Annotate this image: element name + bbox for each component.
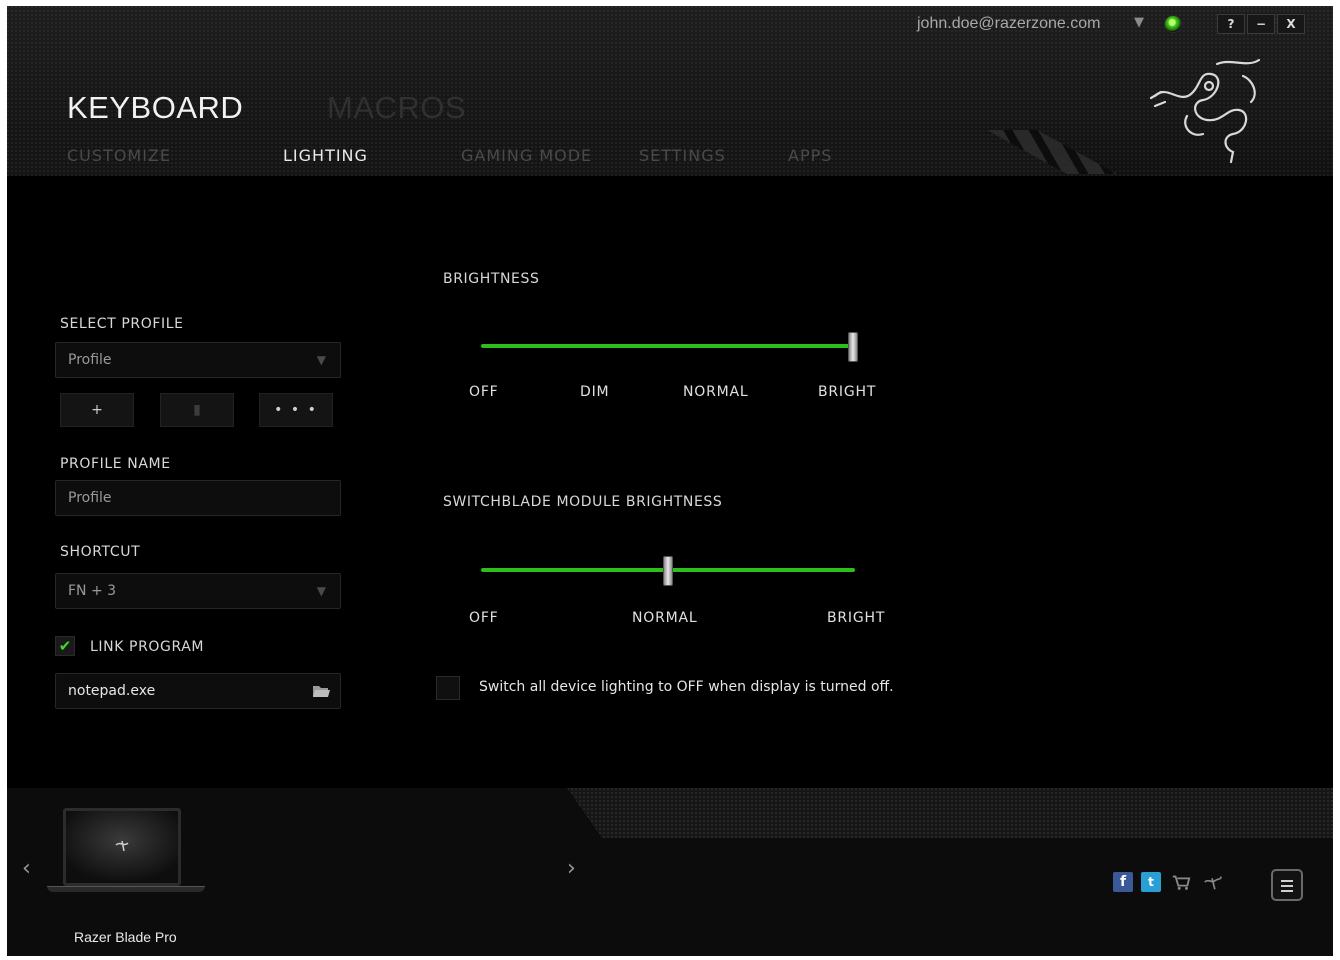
device-thumbnail-base bbox=[47, 886, 205, 892]
profile-select[interactable]: Profile ▼ bbox=[55, 342, 341, 378]
profile-name-value: Profile bbox=[68, 490, 112, 506]
shortcut-select[interactable]: FN + 3 ▼ bbox=[55, 573, 341, 609]
synapse-window: john.doe@razerzone.com ▼ ? − X KEYBOARD … bbox=[7, 6, 1333, 956]
switchblade-slider-thumb[interactable] bbox=[663, 556, 673, 586]
switchblade-tick-off: OFF bbox=[469, 610, 499, 626]
tab-macros[interactable]: MACROS bbox=[327, 90, 466, 126]
profile-name-label: PROFILE NAME bbox=[60, 456, 171, 472]
display-off-checkbox[interactable] bbox=[436, 676, 460, 700]
minimize-button[interactable]: − bbox=[1247, 14, 1275, 34]
razer-logo-icon bbox=[1149, 58, 1261, 164]
online-status-icon bbox=[1164, 15, 1182, 33]
shortcut-label: SHORTCUT bbox=[60, 544, 141, 560]
facebook-icon[interactable]: f bbox=[1113, 872, 1133, 892]
tab-keyboard[interactable]: KEYBOARD bbox=[67, 90, 243, 126]
checkmark-icon: ✔ bbox=[58, 637, 72, 655]
device-prev-arrow[interactable]: ‹ bbox=[22, 856, 31, 881]
device-next-arrow[interactable]: › bbox=[567, 856, 576, 881]
brightness-slider-thumb[interactable] bbox=[848, 332, 858, 362]
subtab-lighting[interactable]: LIGHTING bbox=[283, 146, 368, 165]
select-profile-label: SELECT PROFILE bbox=[60, 316, 184, 332]
switchblade-brightness-title: SWITCHBLADE MODULE BRIGHTNESS bbox=[443, 494, 723, 510]
brightness-tick-bright: BRIGHT bbox=[818, 384, 877, 400]
brightness-slider-track[interactable] bbox=[481, 344, 853, 348]
shortcut-select-value: FN + 3 bbox=[68, 583, 117, 599]
subtab-apps[interactable]: APPS bbox=[788, 146, 832, 165]
switchblade-tick-bright: BRIGHT bbox=[827, 610, 886, 626]
profile-name-input[interactable]: Profile bbox=[55, 480, 341, 516]
folder-icon[interactable] bbox=[312, 684, 330, 698]
program-path-input[interactable]: notepad.exe bbox=[55, 673, 341, 709]
help-button[interactable]: ? bbox=[1217, 14, 1245, 34]
add-profile-button[interactable]: + bbox=[60, 393, 134, 427]
link-program-checkbox[interactable]: ✔ bbox=[55, 636, 75, 656]
display-off-label: Switch all device lighting to OFF when d… bbox=[479, 679, 894, 695]
cart-icon[interactable] bbox=[1171, 872, 1191, 892]
brightness-tick-off: OFF bbox=[469, 384, 499, 400]
account-menu-chevron-icon[interactable]: ▼ bbox=[1134, 15, 1144, 30]
razer-small-logo-icon bbox=[66, 811, 178, 883]
chevron-down-icon: ▼ bbox=[316, 584, 326, 598]
link-program-label: LINK PROGRAM bbox=[90, 639, 205, 655]
twitter-icon[interactable]: t bbox=[1141, 872, 1161, 892]
brightness-tick-dim: DIM bbox=[580, 384, 610, 400]
subtab-customize[interactable]: CUSTOMIZE bbox=[67, 146, 171, 165]
close-button[interactable]: X bbox=[1277, 14, 1305, 34]
razer-icon[interactable] bbox=[1203, 872, 1223, 892]
brightness-title: BRIGHTNESS bbox=[443, 271, 540, 287]
more-options-button[interactable]: • • • bbox=[259, 393, 333, 427]
profile-select-value: Profile bbox=[68, 352, 112, 368]
switchblade-tick-normal: NORMAL bbox=[632, 610, 698, 626]
program-path-value: notepad.exe bbox=[68, 683, 156, 699]
hamburger-menu-icon[interactable] bbox=[1271, 869, 1303, 901]
subtab-settings[interactable]: SETTINGS bbox=[639, 146, 726, 165]
delete-profile-button[interactable]: ▮ bbox=[160, 393, 234, 427]
device-name: Razer Blade Pro bbox=[74, 929, 177, 945]
account-email[interactable]: john.doe@razerzone.com bbox=[917, 15, 1100, 33]
device-thumbnail[interactable] bbox=[63, 808, 181, 886]
subtab-gaming-mode[interactable]: GAMING MODE bbox=[461, 146, 592, 165]
brightness-tick-normal: NORMAL bbox=[683, 384, 749, 400]
chevron-down-icon: ▼ bbox=[316, 353, 326, 367]
